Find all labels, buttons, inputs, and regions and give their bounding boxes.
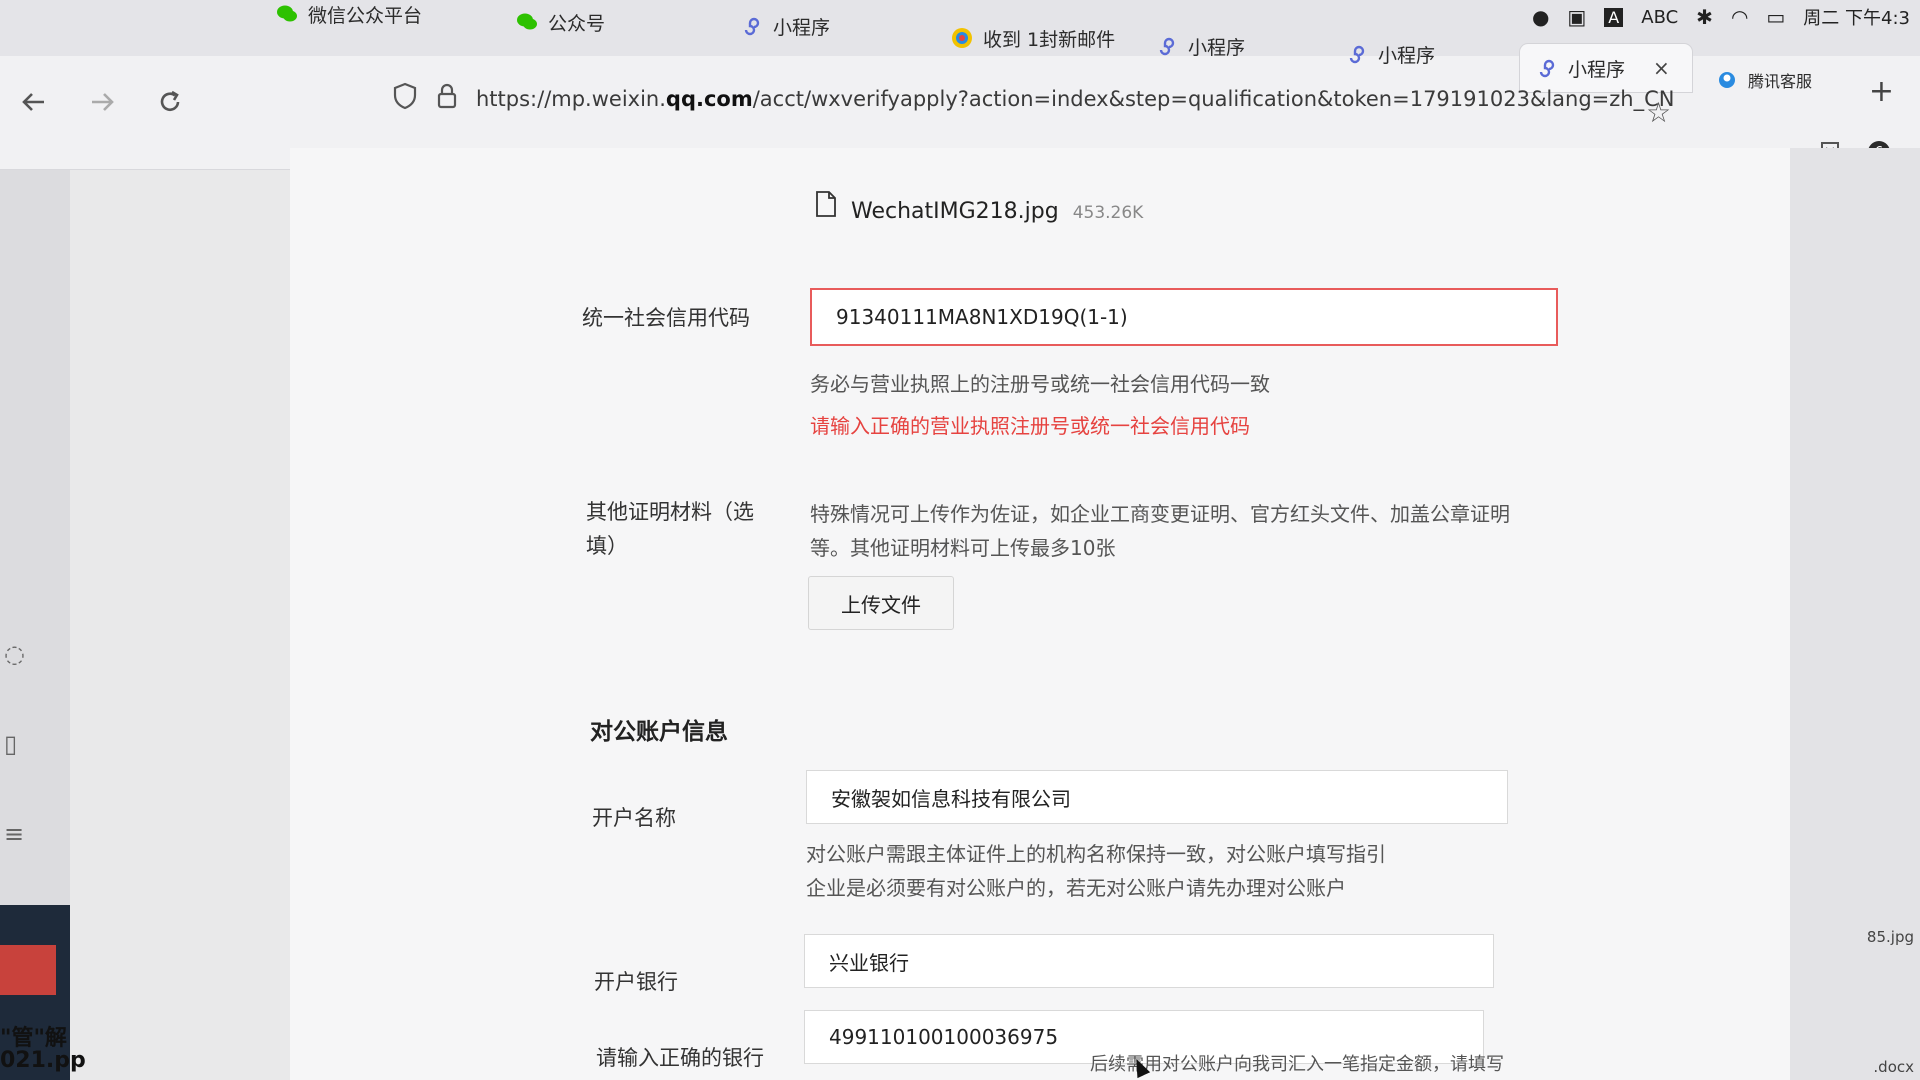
menu-icon[interactable]: ≡ <box>4 820 24 848</box>
account-name-input[interactable]: 安徽袈如信息科技有限公司 <box>806 770 1508 824</box>
reload-button[interactable] <box>150 82 190 122</box>
wechat-icon <box>276 3 298 25</box>
clock[interactable]: 周二 下午4:3 <box>1803 4 1910 30</box>
miniprogram-icon <box>741 15 763 37</box>
tab-mail[interactable]: 收到 1封新邮件 <box>935 14 1131 62</box>
corporate-account-section-title: 对公账户信息 <box>590 719 728 745</box>
bank-value: 兴业银行 <box>829 950 909 975</box>
other-materials-desc-cont: 等。其他证明材料可上传最多10张 <box>810 536 1116 560</box>
url-prefix: https://mp.weixin. <box>476 87 666 111</box>
desktop-file-label-3[interactable]: 85.jpg <box>1867 928 1914 946</box>
tab-label: 收到 1封新邮件 <box>983 28 1116 51</box>
tab-official-account[interactable]: 公众号 <box>500 0 621 46</box>
upload-file-button[interactable]: 上传文件 <box>808 576 954 630</box>
tab-wechat-platform[interactable]: 微信公众平台 <box>260 0 438 38</box>
tab-label: 小程序 <box>773 16 831 39</box>
miniprogram-icon <box>1156 35 1178 57</box>
bluetooth-icon[interactable]: ✱ <box>1696 5 1713 29</box>
desktop-file-label-2[interactable]: 021.pp <box>0 1048 86 1073</box>
wechat-icon <box>516 11 538 33</box>
input-method-label[interactable]: ABC <box>1641 7 1678 28</box>
back-button[interactable] <box>14 82 54 122</box>
wifi-icon[interactable]: ◠ <box>1731 5 1748 29</box>
url-text[interactable]: https://mp.weixin.qq.com/acct/wxverifyap… <box>476 87 1700 111</box>
account-number-label: 请输入正确的银行 <box>596 1046 764 1070</box>
app-grid-icon[interactable]: ▣ <box>1567 5 1586 29</box>
miniprogram-icon[interactable]: ◌ <box>4 640 25 668</box>
input-source-icon[interactable]: A <box>1604 7 1624 27</box>
navigation-bar: https://mp.weixin.qq.com/acct/wxverifyap… <box>0 56 1920 148</box>
url-path: /acct/wxverifyapply?action=index&step=qu… <box>752 87 1675 111</box>
credit-code-input[interactable]: 91340111MA8N1XD19Q(1-1) <box>810 288 1558 346</box>
browser-chrome: 微信公众平台 公众号 小程序 收到 1封新邮件 小程序 小程序 小程序 × 腾讯… <box>0 0 1920 170</box>
account-name-hint-cont: 企业是必须要有对公账户的，若无对公账户请先办理对公账户 <box>806 876 1346 900</box>
mail-icon <box>951 27 973 49</box>
penguin-icon[interactable]: ● <box>1532 5 1549 29</box>
file-name[interactable]: WechatIMG218.jpg <box>851 199 1059 224</box>
forward-arrow-icon <box>92 93 114 111</box>
credit-code-hint: 务必与营业执照上的注册号或统一社会信用代码一致 <box>810 372 1270 396</box>
other-materials-desc: 特殊情况可上传作为佐证，如企业工商变更证明、官方红头文件、加盖公章证明 <box>810 502 1510 526</box>
tab-label: 公众号 <box>548 12 606 35</box>
other-materials-label: 其他证明材料（选 <box>586 500 754 524</box>
bank-input[interactable]: 兴业银行 <box>804 934 1494 988</box>
account-number-hint: 后续需用对公账户向我司汇入一笔指定金额，请填写 <box>1090 1054 1504 1075</box>
uploaded-file: WechatIMG218.jpg 453.26K <box>815 190 1143 225</box>
credit-code-value: 91340111MA8N1XD19Q(1-1) <box>836 305 1128 329</box>
back-arrow-icon <box>22 93 44 111</box>
url-domain: qq.com <box>665 87 753 111</box>
bank-label: 开户银行 <box>594 970 678 994</box>
credit-code-label: 统一社会信用代码 <box>582 306 750 330</box>
desktop-file-label-4[interactable]: .docx <box>1873 1058 1914 1076</box>
lock-icon[interactable] <box>436 82 458 117</box>
tab-label: 微信公众平台 <box>308 4 423 27</box>
credit-code-error: 请输入正确的营业执照注册号或统一社会信用代码 <box>810 414 1250 438</box>
address-bar[interactable]: https://mp.weixin.qq.com/acct/wxverifyap… <box>380 68 1700 130</box>
account-number-value: 499110100100036975 <box>829 1025 1059 1049</box>
account-name-label: 开户名称 <box>592 806 676 830</box>
file-size: 453.26K <box>1072 203 1144 223</box>
forward-button[interactable] <box>82 82 122 122</box>
shield-icon[interactable] <box>392 82 418 117</box>
account-name-value: 安徽袈如信息科技有限公司 <box>831 786 1071 811</box>
tab-miniprogram-1[interactable]: 小程序 <box>725 2 846 50</box>
account-name-hint: 对公账户需跟主体证件上的机构名称保持一致，对公账户填写指引 <box>806 842 1386 866</box>
bookmark-star-icon[interactable]: ☆ <box>1646 96 1671 129</box>
file-icon <box>815 190 837 225</box>
desktop-right-edge: 85.jpg .docx <box>1790 148 1920 1080</box>
battery-icon[interactable]: ▭ <box>1766 5 1785 29</box>
system-menu-bar: ● ▣ A ABC ✱ ◠ ▭ 周二 下午4:3 <box>1532 0 1920 34</box>
file-thumbnail[interactable] <box>0 945 56 995</box>
reload-icon <box>160 90 180 111</box>
document-icon[interactable]: ▯ <box>4 730 17 758</box>
other-materials-label-cont: 填） <box>586 534 628 558</box>
